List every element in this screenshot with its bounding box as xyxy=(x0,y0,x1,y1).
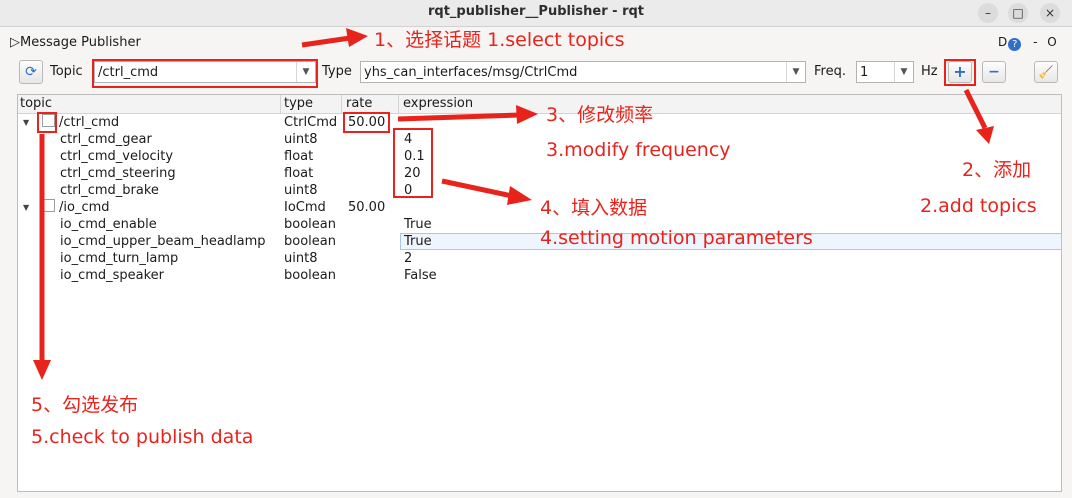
note-add-en: 2.add topics xyxy=(920,195,1037,217)
note-data-cn: 4、填入数据 xyxy=(540,197,648,219)
arrow-select-topic xyxy=(301,35,351,48)
note-freq-cn: 3、修改频率 xyxy=(546,104,654,126)
note-check-cn: 5、勾选发布 xyxy=(31,394,139,416)
note-select-topics: 1、选择话题 1.select topics xyxy=(374,29,625,51)
note-freq-en: 3.modify frequency xyxy=(546,139,731,161)
note-check-en: 5.check to publish data xyxy=(31,426,254,448)
arrow-head xyxy=(976,126,994,144)
arrow-add xyxy=(963,88,988,130)
note-add-cn: 2、添加 xyxy=(962,159,1032,181)
arrow-head xyxy=(516,105,538,124)
annotation-arrows xyxy=(33,28,994,380)
arrow-modify-frequency xyxy=(397,112,521,122)
arrow-head xyxy=(33,360,51,380)
arrow-head xyxy=(346,28,368,47)
arrow-head xyxy=(507,186,532,205)
note-data-en: 4.setting motion parameters xyxy=(540,227,813,249)
arrow-fill-data xyxy=(441,178,513,199)
